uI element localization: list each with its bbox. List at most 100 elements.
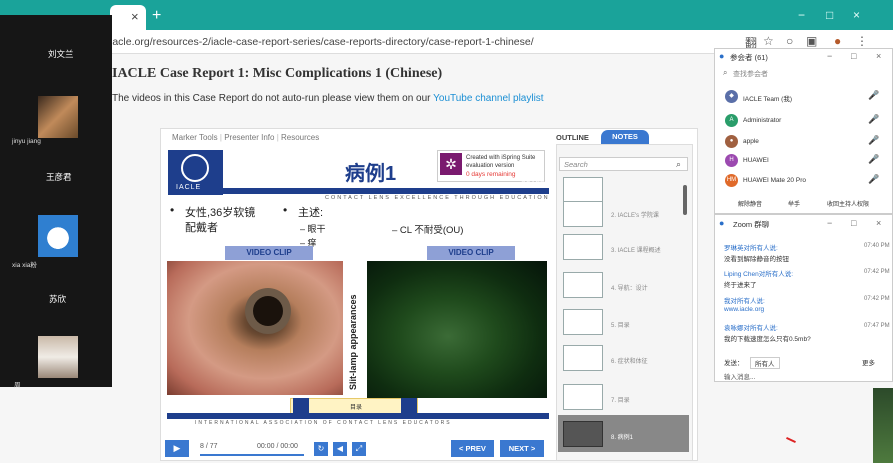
- ispring-days: 0 days remaining: [466, 171, 516, 178]
- chat-maximize-icon[interactable]: □: [851, 218, 856, 228]
- mic-muted-icon[interactable]: 🎤: [868, 135, 879, 146]
- participant-name-3: 王彦君: [46, 172, 72, 182]
- chat-message-from: 我对所有人说:: [724, 298, 765, 305]
- outline-item-5[interactable]: 5. 目录: [611, 320, 630, 329]
- banner-bottom: INTERNATIONAL ASSOCIATION OF CONTACT LEN…: [195, 420, 452, 426]
- participant-name-1: 刘文兰: [48, 49, 74, 59]
- mic-muted-icon[interactable]: 🎤: [868, 114, 879, 125]
- background-window-edge: [873, 388, 893, 463]
- outline-thumb-8[interactable]: [563, 421, 603, 447]
- outline-scrollbar[interactable]: [683, 185, 687, 215]
- extension-icon[interactable]: ▣: [806, 34, 817, 48]
- maximize-icon[interactable]: □: [826, 8, 833, 22]
- mic-muted-icon[interactable]: 🎤: [868, 90, 879, 101]
- participants-close-icon[interactable]: ×: [876, 51, 881, 61]
- chat-message-time: 07:47 PM: [864, 323, 890, 329]
- star-icon[interactable]: ☆: [763, 34, 774, 48]
- outline-thumb-1[interactable]: [563, 177, 603, 203]
- tab-presenter-info[interactable]: Presenter Info: [224, 133, 274, 142]
- zoom-icon: ●: [719, 51, 725, 61]
- fullscreen-icon[interactable]: ⤢: [352, 442, 366, 456]
- tab-notes[interactable]: NOTES: [601, 130, 649, 144]
- chat-minimize-icon[interactable]: −: [827, 218, 832, 228]
- chat-message-link[interactable]: www.iacle.org: [724, 306, 764, 313]
- eye-pupil: [253, 296, 283, 326]
- slide-footer-bar: [167, 413, 549, 419]
- globe-icon: [181, 154, 209, 182]
- volume-icon[interactable]: ◀: [333, 442, 347, 456]
- participants-maximize-icon[interactable]: □: [851, 51, 856, 61]
- participant-name-4: xia xia粉: [12, 262, 37, 269]
- participant-row-name[interactable]: apple: [743, 138, 759, 145]
- chat-message-text: 终于进来了: [724, 282, 757, 289]
- raise-hand-button[interactable]: 举手: [788, 199, 800, 210]
- note-text: The videos in this Case Report do not au…: [112, 93, 431, 104]
- browser-tab[interactable]: [110, 5, 146, 30]
- progress-bar[interactable]: [200, 454, 304, 456]
- mic-muted-icon[interactable]: 🎤: [868, 174, 879, 185]
- chat-close-icon[interactable]: ×: [876, 218, 881, 228]
- chat-message-time: 07:40 PM: [864, 243, 890, 249]
- unmute-all-button[interactable]: 解除静音: [738, 199, 762, 210]
- outline-thumb-7[interactable]: [563, 384, 603, 410]
- tab-marker-tools[interactable]: Marker Tools: [172, 133, 218, 142]
- participants-search[interactable]: 查找参会者: [733, 69, 768, 79]
- zoom-chat-icon: ●: [719, 218, 725, 228]
- play-button[interactable]: ▶: [165, 440, 189, 457]
- circle-icon[interactable]: ○: [786, 34, 793, 48]
- participant-row-name[interactable]: HUAWEI Mate 20 Pro: [743, 177, 806, 184]
- page-title: IACLE Case Report 1: Misc Complications …: [112, 66, 443, 81]
- chat-input[interactable]: 输入消息...: [724, 371, 755, 381]
- close-window-icon[interactable]: ×: [853, 8, 860, 22]
- outline-thumb-6[interactable]: [563, 345, 603, 371]
- outline-item-7[interactable]: 7. 目录: [611, 395, 630, 404]
- participant-video-2[interactable]: [38, 96, 78, 138]
- outline-thumb-3[interactable]: [563, 234, 603, 260]
- tab-close-icon[interactable]: ×: [131, 9, 139, 24]
- participant-avatar-4[interactable]: [38, 215, 78, 257]
- participant-avatar: ◆: [725, 90, 738, 103]
- send-to-label: 发送：: [724, 360, 744, 367]
- slide-nav-label[interactable]: 目录: [350, 402, 362, 411]
- minimize-icon[interactable]: −: [798, 8, 805, 22]
- search-icon[interactable]: ⌕: [676, 159, 681, 170]
- send-to-select[interactable]: 所有人: [750, 357, 780, 369]
- participant-video-6[interactable]: [38, 336, 78, 378]
- outline-item-6[interactable]: 6. 症状和体征: [611, 356, 648, 365]
- outline-thumb-5[interactable]: [563, 309, 603, 335]
- replay-icon[interactable]: ↻: [314, 442, 328, 456]
- outline-thumb-2[interactable]: [563, 201, 603, 227]
- url-text[interactable]: iacle.org/resources-2/iacle-case-report-…: [110, 36, 534, 48]
- scape-label: SCAPE: [521, 181, 545, 188]
- next-button[interactable]: NEXT >: [500, 440, 544, 457]
- chat-message-from: 罗琳英对所有人说:: [724, 245, 778, 252]
- player-tabs: Marker Tools | Presenter Info | Resource…: [172, 133, 320, 142]
- tab-resources[interactable]: Resources: [281, 133, 319, 142]
- chat-message-text: 没看到解除静音的按钮: [724, 256, 789, 263]
- mic-muted-icon[interactable]: 🎤: [868, 154, 879, 165]
- slide-prev-arrow[interactable]: [293, 398, 309, 414]
- prev-button[interactable]: < PREV: [451, 440, 494, 457]
- participants-title: 参会者 (61): [730, 53, 768, 62]
- outline-item-8[interactable]: 8. 病例1: [611, 432, 633, 441]
- tab-outline[interactable]: OUTLINE: [556, 133, 589, 142]
- menu-icon[interactable]: ⋮: [856, 34, 868, 48]
- profile-icon[interactable]: ●: [834, 34, 841, 48]
- new-tab-button[interactable]: +: [152, 7, 161, 25]
- participants-minimize-icon[interactable]: −: [827, 51, 832, 61]
- participant-row-name[interactable]: Administrator: [743, 117, 781, 124]
- fluorescein-photo[interactable]: [367, 261, 547, 398]
- slide-next-arrow[interactable]: [401, 398, 417, 414]
- outline-item-3[interactable]: 3. IACLE 课程概述: [611, 245, 661, 254]
- participant-row-name[interactable]: HUAWEI: [743, 157, 769, 164]
- outline-thumb-4[interactable]: [563, 272, 603, 298]
- reclaim-host-button[interactable]: 收回主持人权限: [827, 199, 869, 210]
- participant-row-name[interactable]: IACLE Team (我): [743, 93, 792, 103]
- slit-lamp-label: Slit-lamp appearances: [348, 294, 358, 390]
- chat-more-button[interactable]: 更多: [862, 357, 875, 367]
- eye-photo[interactable]: [167, 261, 343, 395]
- outline-item-4[interactable]: 4. 导航：设计: [611, 283, 648, 292]
- page-note: The videos in this Case Report do not au…: [112, 93, 544, 104]
- youtube-playlist-link[interactable]: YouTube channel playlist: [433, 93, 543, 104]
- outline-item-2[interactable]: 2. IACLE's 学院课: [611, 210, 659, 219]
